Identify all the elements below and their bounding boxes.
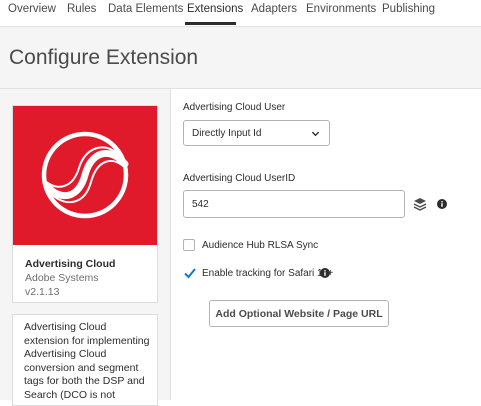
extension-vendor: Adobe Systems — [25, 272, 99, 284]
extension-card: Advertising Cloud Adobe Systems v2.1.13 — [12, 105, 158, 303]
extension-sidebar: Advertising Cloud Adobe Systems v2.1.13 … — [0, 89, 171, 406]
top-nav: Overview Rules Data Elements Extensions … — [0, 0, 481, 27]
info-icon[interactable] — [437, 199, 447, 209]
user-select-value: Directly Input Id — [192, 128, 262, 139]
extension-name: Advertising Cloud — [25, 258, 116, 270]
tab-extensions[interactable]: Extensions — [187, 3, 243, 15]
add-page-url-label: Add Optional Website / Page URL — [215, 308, 383, 320]
advertising-cloud-logo — [13, 106, 157, 245]
user-label: Advertising Cloud User — [183, 102, 286, 113]
userid-label: Advertising Cloud UserID — [183, 173, 296, 184]
tab-publishing[interactable]: Publishing — [382, 3, 435, 15]
extension-description: Advertising Cloud extension for implemen… — [24, 321, 150, 401]
extension-version: v2.1.13 — [25, 286, 60, 298]
tab-adapters[interactable]: Adapters — [251, 3, 297, 15]
chevron-down-icon — [311, 131, 320, 137]
userid-input[interactable] — [183, 190, 405, 218]
user-select[interactable]: Directly Input Id — [183, 120, 330, 146]
page-title: Configure Extension — [9, 46, 199, 69]
tab-environments[interactable]: Environments — [306, 3, 376, 15]
tab-data-elements[interactable]: Data Elements — [108, 3, 183, 15]
safari-tracking-label: Enable tracking for Safari 11+ — [202, 268, 334, 279]
extension-description-card: Advertising Cloud extension for implemen… — [12, 314, 158, 406]
audience-hub-label: Audience Hub RLSA Sync — [202, 240, 319, 251]
info-icon[interactable] — [320, 268, 330, 278]
tab-rules[interactable]: Rules — [67, 3, 96, 15]
title-band: Configure Extension — [0, 27, 481, 89]
data-element-icon[interactable] — [413, 197, 427, 211]
tab-overview[interactable]: Overview — [8, 3, 56, 15]
audience-hub-checkbox[interactable] — [183, 239, 195, 251]
active-tab-indicator — [185, 22, 236, 25]
add-page-url-button[interactable]: Add Optional Website / Page URL — [209, 300, 389, 327]
checkmark-icon[interactable] — [183, 266, 197, 280]
advertising-cloud-logo-mark — [41, 131, 129, 219]
